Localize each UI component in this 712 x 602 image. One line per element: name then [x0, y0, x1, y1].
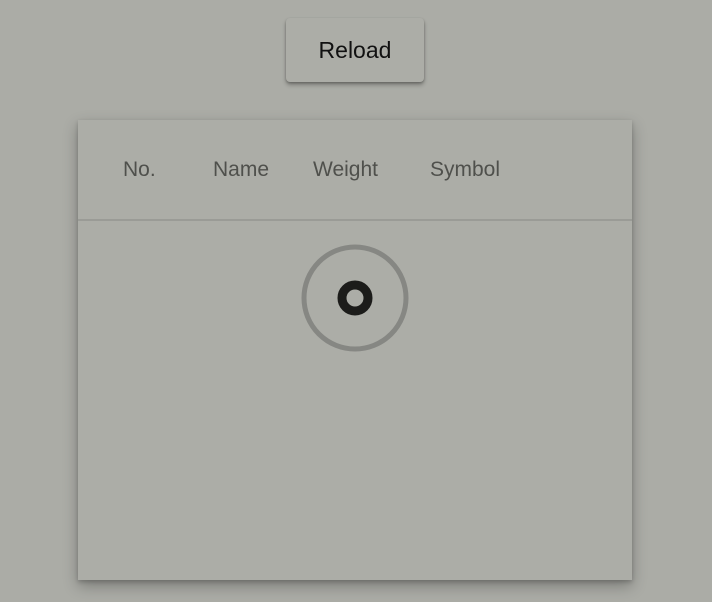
reload-button[interactable]: Reload	[286, 18, 424, 82]
spinner-track-ring	[301, 244, 409, 352]
data-table: No. Name Weight Symbol	[78, 120, 632, 580]
column-header-symbol[interactable]: Symbol	[430, 158, 500, 182]
column-header-weight[interactable]: Weight	[313, 158, 378, 182]
loading-spinner-icon	[301, 244, 409, 352]
column-header-no[interactable]: No.	[123, 158, 156, 182]
spinner-core-ring	[337, 280, 373, 316]
table-header-row: No. Name Weight Symbol	[78, 120, 632, 221]
column-header-name[interactable]: Name	[213, 158, 269, 182]
